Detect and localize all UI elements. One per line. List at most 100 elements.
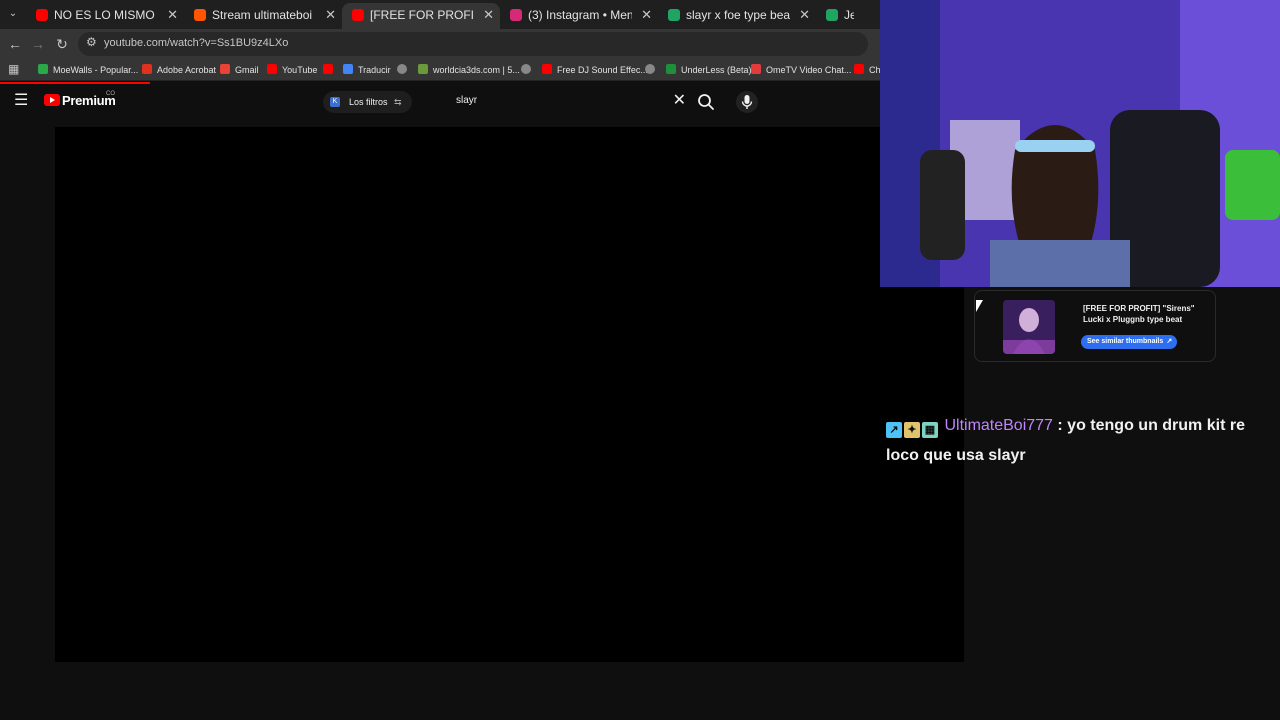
bookmark-favicon-icon xyxy=(418,64,428,74)
bookmark-item[interactable]: YouTube xyxy=(267,62,317,78)
soundcloud-icon xyxy=(194,9,206,21)
bookmark-label: Traducir xyxy=(358,65,391,75)
browser-tab[interactable]: (3) Instagram • Mensajes ✕ xyxy=(500,3,658,29)
bookmark-favicon-icon xyxy=(666,64,676,74)
tab-title: Stream ultimateboi music | Liste xyxy=(212,8,316,22)
bookmark-item[interactable] xyxy=(397,62,412,78)
filter-extension-icon: K xyxy=(330,97,340,107)
grid-badge-icon: ▦ xyxy=(922,422,938,438)
bookmark-favicon-icon xyxy=(542,64,552,74)
bookmark-label: Gmail xyxy=(235,65,259,75)
tab-close-icon[interactable]: ✕ xyxy=(325,3,336,27)
youtube-icon xyxy=(36,9,48,21)
country-code: CO xyxy=(106,91,115,97)
filters-button[interactable]: K Los filtros ⇆ xyxy=(323,91,412,113)
bookmark-favicon-icon xyxy=(323,64,333,74)
star-badge-icon: ✦ xyxy=(904,422,920,438)
tab-close-icon[interactable]: ✕ xyxy=(483,3,494,27)
globe-icon xyxy=(521,64,531,74)
tab-close-icon[interactable]: ✕ xyxy=(641,3,652,27)
bookmark-item[interactable]: Ch xyxy=(854,62,881,78)
browser-tab-active[interactable]: [FREE FOR PROFIT] "Sirens" Luc ✕ xyxy=(342,3,500,29)
tab-title: NO ES LO MISMO - YouTube xyxy=(54,8,158,22)
bookmark-item[interactable]: OmeTV Video Chat... xyxy=(751,62,851,78)
thumbnail-card: [FREE FOR PROFIT] "Sirens" Lucki x Plugg… xyxy=(974,290,1216,362)
mouse-cursor-icon xyxy=(976,300,986,312)
bookmark-label: Adobe Acrobat xyxy=(157,65,217,75)
bookmark-item[interactable] xyxy=(323,62,338,78)
back-arrow-icon[interactable]: ← xyxy=(6,35,24,53)
bookmark-label: UnderLess (Beta) xyxy=(681,65,752,75)
tab-close-icon[interactable]: ✕ xyxy=(167,3,178,27)
browser-tab[interactable]: Jerkson_3.r xyxy=(816,3,880,29)
globe-icon xyxy=(645,64,655,74)
chat-username: UltimateBoi777 xyxy=(944,417,1053,434)
tab-close-icon[interactable]: ✕ xyxy=(799,3,810,27)
bookmark-item[interactable]: MoeWalls - Popular... xyxy=(38,62,138,78)
bookmark-favicon-icon xyxy=(343,64,353,74)
see-similar-thumbnails-button[interactable]: See similar thumbnails ↗ xyxy=(1081,335,1178,349)
bookmark-label: worldcia3ds.com | 5... xyxy=(433,65,520,75)
external-link-icon: ↗ xyxy=(1166,338,1173,345)
reload-icon[interactable]: ↻ xyxy=(53,35,71,53)
webcam-overlay xyxy=(880,0,1280,287)
bookmark-favicon-icon xyxy=(220,64,230,74)
bookmark-label: YouTube xyxy=(282,65,318,75)
search-input[interactable]: slayr ✕ xyxy=(446,90,688,114)
bookmark-favicon-icon xyxy=(267,64,277,74)
browser-tab[interactable]: NO ES LO MISMO - YouTube ✕ xyxy=(26,3,184,29)
search-query: slayr xyxy=(456,95,478,106)
bookmark-item[interactable]: Free DJ Sound Effec... xyxy=(542,62,648,78)
bookmark-favicon-icon xyxy=(142,64,152,74)
thumbnail-title: [FREE FOR PROFIT] "Sirens" Lucki x Plugg… xyxy=(1083,304,1195,324)
google-drive-icon xyxy=(668,9,680,21)
google-drive-icon xyxy=(826,9,838,21)
bookmark-label: Ch xyxy=(869,65,881,75)
chat-badges: ↗ ✦ ▦ xyxy=(886,415,940,442)
menu-icon[interactable]: ☰ xyxy=(14,93,30,109)
bookmark-item[interactable] xyxy=(645,62,660,78)
microphone-icon[interactable] xyxy=(736,91,758,113)
arrow-badge-icon: ↗ xyxy=(886,422,902,438)
chat-message: ↗ ✦ ▦ UltimateBoi777 : yo tengo un drum ki… xyxy=(886,412,1276,469)
see-similar-label: See similar thumbnails xyxy=(1087,338,1164,345)
bookmark-item[interactable]: Traducir xyxy=(343,62,391,78)
tab-search-icon[interactable]: ⌄ xyxy=(5,6,21,22)
bookmark-label: MoeWalls - Popular... xyxy=(53,65,139,75)
tab-title: (3) Instagram • Mensajes xyxy=(528,8,632,22)
youtube-logo-icon[interactable] xyxy=(44,94,60,106)
bookmark-label: Free DJ Sound Effec... xyxy=(557,65,648,75)
bookmark-item[interactable]: Adobe Acrobat xyxy=(142,62,216,78)
browser-tab[interactable]: slayr x foe type beat.mp3 - Goo ✕ xyxy=(658,3,816,29)
clear-search-icon[interactable]: ✕ xyxy=(673,92,686,110)
site-info-icon[interactable]: ⚙ xyxy=(86,35,97,49)
sliders-icon: ⇆ xyxy=(394,97,402,107)
forward-arrow-icon[interactable]: → xyxy=(29,35,47,53)
tab-title: [FREE FOR PROFIT] "Sirens" Luc xyxy=(370,8,474,22)
bookmark-favicon-icon xyxy=(854,64,864,74)
apps-grid-icon[interactable]: ▦ xyxy=(8,63,20,75)
tab-title: slayr x foe type beat.mp3 - Goo xyxy=(686,8,790,22)
youtube-icon xyxy=(352,9,364,21)
bookmark-item[interactable]: UnderLess (Beta) xyxy=(666,62,752,78)
instagram-icon xyxy=(510,9,522,21)
globe-icon xyxy=(397,64,407,74)
page-load-progress xyxy=(0,82,150,84)
screen: ⌄ NO ES LO MISMO - YouTube ✕ Stream ulti… xyxy=(0,0,1280,720)
browser-tab[interactable]: Stream ultimateboi music | Liste ✕ xyxy=(184,3,342,29)
bookmark-favicon-icon xyxy=(38,64,48,74)
url-field[interactable]: ⚙ youtube.com/watch?v=Ss1BU9z4LXo xyxy=(78,32,868,56)
search-icon[interactable] xyxy=(696,92,716,112)
bookmark-label: OmeTV Video Chat... xyxy=(766,65,852,75)
bookmark-item[interactable] xyxy=(521,62,536,78)
url-text: youtube.com/watch?v=Ss1BU9z4LXo xyxy=(104,37,289,49)
bookmark-favicon-icon xyxy=(751,64,761,74)
tab-title: Jerkson_3.r xyxy=(844,8,854,22)
youtube-header: ☰ Premium CO K Los filtros ⇆ slayr ✕ xyxy=(0,82,880,122)
bookmark-item[interactable]: Gmail xyxy=(220,62,259,78)
video-thumbnail[interactable] xyxy=(1003,300,1055,354)
video-player[interactable] xyxy=(55,127,964,662)
filters-label: Los filtros xyxy=(349,97,388,107)
bookmark-item[interactable]: worldcia3ds.com | 5... xyxy=(418,62,520,78)
webcam-image xyxy=(880,0,1280,287)
